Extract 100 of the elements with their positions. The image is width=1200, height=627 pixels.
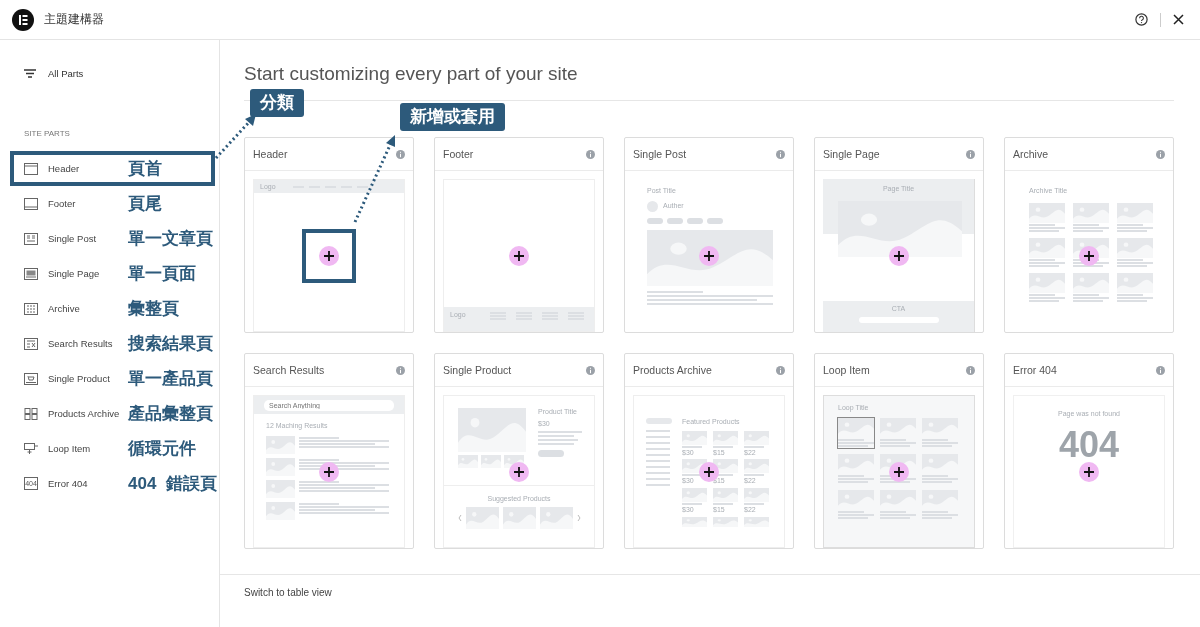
table-view-link[interactable]: Switch to table view (244, 587, 332, 598)
image-placeholder-icon (539, 506, 573, 529)
card-title: Products Archive (633, 364, 712, 376)
info-icon[interactable] (586, 365, 595, 375)
image-placeholder-icon (682, 488, 707, 503)
search-list-icon (24, 337, 38, 350)
image-placeholder-icon (458, 455, 478, 468)
avatar-placeholder (647, 200, 658, 212)
info-icon[interactable] (966, 365, 975, 375)
image-placeholder-icon (838, 489, 874, 510)
add-button[interactable] (1079, 461, 1099, 482)
sidebar-item[interactable]: Single Page (48, 268, 128, 279)
basket-icon (24, 372, 38, 385)
plus-icon (324, 250, 334, 261)
sidebar-item[interactable]: Search Results (48, 338, 128, 349)
plus-icon (514, 466, 524, 477)
info-icon[interactable] (776, 149, 785, 159)
image-placeholder-icon (922, 489, 958, 510)
tag-placeholder (647, 217, 663, 224)
error-code: 404 (1057, 423, 1121, 466)
annotation-label: 頁首 (128, 158, 162, 180)
footer-layout-icon (24, 197, 38, 210)
annotation-label: 單一文章頁 (128, 228, 213, 250)
image-placeholder-icon (744, 488, 769, 503)
image-placeholder-icon (682, 516, 707, 527)
placeholder-line (646, 430, 670, 432)
sidebar-item[interactable]: Products Archive (48, 408, 128, 419)
annotation-label: 彙整頁 (128, 298, 179, 320)
annotation-label: 循環元件 (128, 438, 196, 460)
info-icon[interactable] (396, 149, 405, 159)
tag-placeholder (667, 217, 683, 224)
image-placeholder-icon (502, 506, 536, 529)
image-placeholder-icon (880, 489, 916, 510)
placeholder-line (646, 484, 670, 486)
card-title: Single Post (633, 148, 687, 160)
image-placeholder-icon (465, 506, 499, 529)
sidebar-item[interactable]: Archive (48, 303, 128, 314)
image-placeholder-icon (682, 430, 707, 445)
image-placeholder-icon (922, 417, 958, 438)
plus-icon (894, 466, 904, 477)
image-placeholder-icon (1073, 202, 1109, 223)
sidebar-item[interactable]: Single Post (48, 233, 128, 244)
filter-icon (24, 69, 36, 78)
image-placeholder-icon (744, 459, 769, 474)
plus-icon (704, 466, 714, 477)
sidebar-item[interactable]: Loop Item (48, 443, 128, 454)
image-placeholder-icon (838, 453, 874, 474)
card-title: Single Product (443, 364, 512, 376)
image-placeholder-icon (880, 417, 916, 438)
card-title: Single Page (823, 148, 880, 160)
add-button[interactable] (509, 245, 529, 266)
annotation-label: 頁尾 (128, 193, 162, 215)
placeholder-line (646, 454, 670, 456)
close-icon[interactable] (1173, 14, 1184, 25)
info-icon[interactable] (776, 365, 785, 375)
window-title: 主題建構器 (44, 11, 104, 28)
annotation-label: 單一頁面 (128, 263, 196, 285)
add-button[interactable] (319, 461, 339, 482)
image-placeholder-icon (1117, 272, 1153, 293)
image-placeholder-icon (1029, 237, 1065, 258)
image-placeholder-icon (713, 516, 738, 527)
info-icon[interactable] (586, 149, 595, 159)
help-icon[interactable] (1135, 13, 1148, 26)
placeholder-line (646, 472, 670, 474)
image-icon (24, 267, 38, 280)
section-title: SITE PARTS (24, 129, 71, 138)
info-icon[interactable] (966, 149, 975, 159)
chevron-left-icon (457, 514, 462, 521)
plus-icon (894, 250, 904, 261)
image-placeholder-icon (458, 408, 526, 452)
sidebar-item[interactable]: Single Product (48, 373, 128, 384)
monitor-plus-icon (24, 442, 38, 455)
card-title: Search Results (253, 364, 325, 376)
image-placeholder-icon (1029, 272, 1065, 293)
image-placeholder-icon (744, 430, 769, 445)
placeholder-line (646, 448, 670, 450)
image-placeholder-icon (266, 501, 295, 520)
plus-icon (704, 250, 714, 261)
card-title: Error 404 (1013, 364, 1057, 376)
image-placeholder-icon (266, 457, 295, 476)
info-icon[interactable] (1156, 365, 1165, 375)
sidebar-item[interactable]: Error 404 (48, 478, 128, 489)
tag-placeholder (707, 217, 723, 224)
image-placeholder-icon (1029, 202, 1065, 223)
chevron-right-icon (576, 514, 581, 521)
image-placeholder-icon (838, 417, 874, 438)
image-placeholder-icon (481, 455, 501, 468)
all-parts-link[interactable]: All Parts (48, 68, 84, 79)
header-layout-icon (24, 162, 38, 175)
sidebar-item[interactable]: Header (48, 163, 128, 174)
four-squares-icon (24, 407, 38, 420)
placeholder-line (646, 442, 670, 444)
info-icon[interactable] (396, 365, 405, 375)
sidebar-item[interactable]: Footer (48, 198, 128, 209)
card-title: Archive (1013, 148, 1048, 160)
plus-icon (514, 250, 524, 261)
image-placeholder-icon (713, 430, 738, 445)
image-placeholder-icon (744, 516, 769, 527)
info-icon[interactable] (1156, 149, 1165, 159)
annotation-label: 單一產品頁 (128, 368, 213, 390)
